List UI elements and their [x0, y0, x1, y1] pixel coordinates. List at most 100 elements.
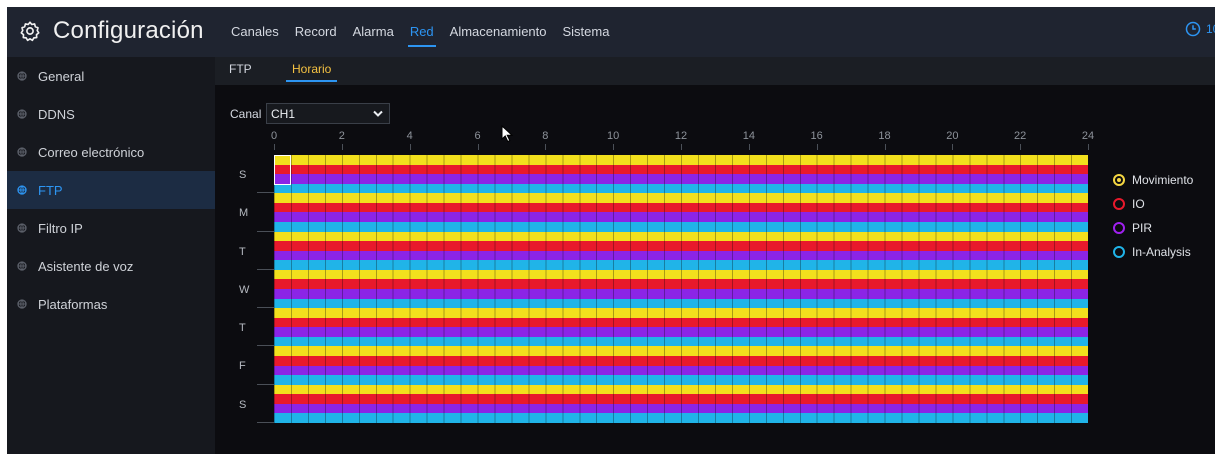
legend-item-movimiento: Movimiento	[1113, 168, 1193, 192]
globe-icon	[16, 185, 28, 195]
schedule-bar[interactable]	[274, 250, 1088, 261]
legend-ring-icon	[1113, 174, 1125, 186]
hour-label: 14	[742, 130, 755, 142]
sidebar-item-correo-electr-nico[interactable]: Correo electrónico	[7, 133, 215, 171]
hour-tick	[681, 144, 682, 150]
schedule-bar[interactable]	[274, 155, 1088, 165]
sidebar-item-label: General	[38, 68, 85, 84]
sidebar-item-filtro-ip[interactable]: Filtro IP	[7, 209, 215, 247]
day-separator	[257, 422, 274, 423]
sidebar-item-ftp[interactable]: FTP	[7, 171, 215, 209]
hour-label: 18	[878, 130, 891, 142]
legend-item-io: IO	[1113, 192, 1193, 216]
tab-ftp[interactable]: FTP	[229, 62, 252, 76]
globe-icon	[16, 71, 28, 81]
schedule-bar[interactable]	[274, 403, 1088, 414]
hour-tick	[409, 144, 411, 150]
nav-item-sistema[interactable]: Sistema	[555, 7, 618, 57]
hour-tick	[816, 144, 818, 150]
schedule-bar[interactable]	[274, 202, 1088, 213]
page-title: Configuración	[53, 17, 204, 44]
schedule-bar[interactable]	[274, 164, 1088, 175]
sidebar-item-label: DDNS	[38, 106, 75, 122]
nav-item-alarma[interactable]: Alarma	[345, 7, 402, 57]
channel-select-value: CH1	[271, 107, 296, 121]
day-separator	[257, 192, 274, 194]
schedule-bar[interactable]	[274, 183, 1088, 194]
nav-item-red[interactable]: Red	[402, 7, 442, 57]
schedule-bar[interactable]	[274, 222, 1088, 232]
day-label: S	[239, 398, 247, 411]
hour-label: 16	[810, 130, 823, 142]
schedule-bar[interactable]	[274, 384, 1088, 395]
hour-tick	[341, 144, 343, 150]
day-separator	[257, 230, 274, 232]
sidebar-item-plataformas[interactable]: Plataformas	[7, 285, 215, 323]
sidebar-item-ddns[interactable]: DDNS	[7, 95, 215, 133]
channel-select[interactable]: CH1	[266, 103, 390, 124]
sidebar-item-label: FTP	[38, 182, 63, 198]
schedule-bar[interactable]	[274, 327, 1088, 338]
nav-item-record[interactable]: Record	[287, 7, 345, 57]
hour-tick	[613, 144, 615, 150]
schedule-bar[interactable]	[274, 298, 1088, 309]
schedule-grid[interactable]	[274, 155, 1088, 424]
channel-label: Canal	[230, 107, 262, 121]
hour-label: 0	[270, 130, 278, 142]
legend-item-in-analysis: In-Analysis	[1113, 240, 1193, 264]
schedule-bar[interactable]	[274, 365, 1088, 376]
schedule-bar[interactable]	[274, 346, 1088, 357]
legend-ring-icon	[1113, 198, 1125, 210]
content-area: FTP Horario Canal CH1 0 2 4 6 8 10 12 14 16 18 20 2…	[215, 57, 1215, 454]
schedule-bar[interactable]	[274, 174, 1088, 184]
legend-label: IO	[1132, 197, 1145, 211]
sidebar-item-label: Plataformas	[38, 296, 108, 312]
schedule-bar[interactable]	[274, 394, 1088, 405]
legend-label: In-Analysis	[1132, 245, 1191, 259]
hour-label: 12	[674, 130, 688, 142]
schedule-bar[interactable]	[274, 193, 1088, 204]
app-window: Configuración Canales Record Alarma Red Alma…	[7, 7, 1215, 454]
schedule-bar[interactable]	[274, 241, 1088, 251]
schedule-bar[interactable]	[274, 289, 1088, 299]
day-label: M	[239, 207, 249, 220]
sidebar-item-general[interactable]: General	[7, 57, 215, 95]
day-separator	[257, 345, 274, 347]
sidebar-item-label: Asistente de voz	[38, 258, 134, 274]
subtabs: FTP Horario	[215, 57, 1215, 85]
schedule-bar[interactable]	[274, 279, 1088, 290]
hour-label: 6	[474, 130, 481, 142]
legend-item-pir: PIR	[1113, 216, 1193, 240]
schedule-bar[interactable]	[274, 231, 1088, 242]
schedule-bar[interactable]	[274, 269, 1088, 280]
clock-icon	[1185, 21, 1201, 37]
mouse-cursor-icon	[501, 125, 514, 143]
hour-label: 20	[946, 130, 959, 142]
nav-item-canales[interactable]: Canales	[223, 7, 287, 57]
nav-item-almacenamiento[interactable]: Almacenamiento	[442, 7, 555, 57]
clock-text: 10/05	[1206, 22, 1215, 36]
hour-tick	[545, 144, 547, 150]
schedule-bar[interactable]	[274, 212, 1088, 223]
sidebar: General DDNS Correo electrónico FTP Filtro I…	[7, 57, 215, 454]
sidebar-item-asistente-de-voz[interactable]: Asistente de voz	[7, 247, 215, 285]
day-label: S	[239, 169, 247, 181]
day-separator	[257, 307, 274, 309]
schedule-bar[interactable]	[274, 336, 1088, 347]
sidebar-item-label: Correo electrónico	[38, 144, 145, 160]
day-label: T	[239, 245, 246, 258]
legend-label: Movimiento	[1132, 173, 1194, 187]
hour-tick	[748, 144, 750, 150]
schedule-bar[interactable]	[274, 375, 1088, 385]
schedule-bar[interactable]	[274, 260, 1088, 271]
hour-label: 8	[542, 130, 549, 142]
hour-label: 24	[1081, 130, 1095, 142]
hour-tick	[1088, 144, 1089, 150]
tab-horario[interactable]: Horario	[285, 62, 338, 82]
schedule-bar[interactable]	[274, 308, 1088, 318]
day-label: T	[239, 322, 246, 335]
schedule-bar[interactable]	[274, 317, 1088, 328]
top-bar: Configuración Canales Record Alarma Red Alma…	[7, 7, 1215, 57]
schedule-bar[interactable]	[274, 413, 1088, 424]
schedule-bar[interactable]	[274, 356, 1088, 366]
